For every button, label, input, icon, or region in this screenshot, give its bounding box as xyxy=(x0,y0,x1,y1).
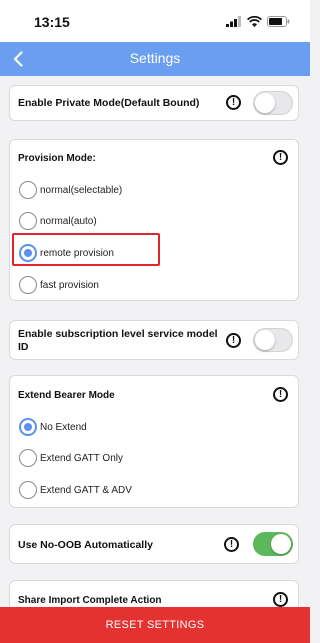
radio-button[interactable] xyxy=(19,449,37,467)
subscription-toggle[interactable] xyxy=(253,328,293,352)
radio-option-normal-auto[interactable]: normal(auto) xyxy=(19,211,97,231)
info-icon[interactable]: ! xyxy=(273,387,288,402)
info-icon[interactable]: ! xyxy=(224,537,239,552)
provision-mode-card: Provision Mode: ! normal(selectable) nor… xyxy=(9,139,299,301)
extend-bearer-card: Extend Bearer Mode ! No Extend Extend GA… xyxy=(9,375,299,508)
radio-button[interactable] xyxy=(19,276,37,294)
radio-option-extend-gatt-only[interactable]: Extend GATT Only xyxy=(19,448,123,468)
radio-option-no-extend[interactable]: No Extend xyxy=(19,417,87,437)
extend-bearer-label: Extend Bearer Mode xyxy=(18,390,115,401)
info-icon[interactable]: ! xyxy=(226,333,241,348)
wifi-icon xyxy=(247,16,262,27)
radio-label: Extend GATT & ADV xyxy=(40,484,132,496)
status-icons xyxy=(226,16,290,27)
info-icon[interactable]: ! xyxy=(273,592,288,607)
selection-highlight xyxy=(12,233,160,266)
share-import-label: Share Import Complete Action xyxy=(18,595,162,606)
radio-button[interactable] xyxy=(19,181,37,199)
nav-bar: Settings xyxy=(0,42,310,76)
radio-label: fast provision xyxy=(40,279,99,291)
battery-icon xyxy=(267,16,290,27)
radio-option-fast-provision[interactable]: fast provision xyxy=(19,275,99,295)
reset-settings-button[interactable]: RESET SETTINGS xyxy=(0,607,310,643)
radio-button[interactable] xyxy=(19,481,37,499)
provision-mode-label: Provision Mode: xyxy=(18,153,96,164)
status-bar: 13:15 xyxy=(0,0,310,42)
private-mode-label: Enable Private Mode(Default Bound) xyxy=(18,97,200,109)
no-oob-toggle[interactable] xyxy=(253,532,293,556)
subscription-card: Enable subscription level service model … xyxy=(9,320,299,360)
page-title: Settings xyxy=(129,50,181,66)
radio-option-normal-selectable[interactable]: normal(selectable) xyxy=(19,180,122,200)
info-icon[interactable]: ! xyxy=(226,95,241,110)
no-oob-card: Use No-OOB Automatically ! xyxy=(9,524,299,564)
toggle-knob xyxy=(255,330,275,350)
radio-label: No Extend xyxy=(40,421,87,433)
radio-button[interactable] xyxy=(19,212,37,230)
no-oob-label: Use No-OOB Automatically xyxy=(18,539,153,551)
signal-icon xyxy=(226,16,241,27)
private-mode-card: Enable Private Mode(Default Bound) ! xyxy=(9,85,299,121)
radio-label: normal(selectable) xyxy=(40,184,123,196)
private-mode-toggle[interactable] xyxy=(253,91,293,115)
radio-label: normal(auto) xyxy=(40,215,97,227)
info-icon[interactable]: ! xyxy=(273,150,288,165)
radio-button-selected[interactable] xyxy=(19,418,37,436)
radio-option-extend-gatt-adv[interactable]: Extend GATT & ADV xyxy=(19,480,132,500)
toggle-knob xyxy=(255,93,275,113)
radio-label: Extend GATT Only xyxy=(40,452,123,464)
toggle-knob xyxy=(271,534,291,554)
subscription-label: Enable subscription level service model … xyxy=(18,328,218,353)
status-time: 13:15 xyxy=(34,14,70,30)
